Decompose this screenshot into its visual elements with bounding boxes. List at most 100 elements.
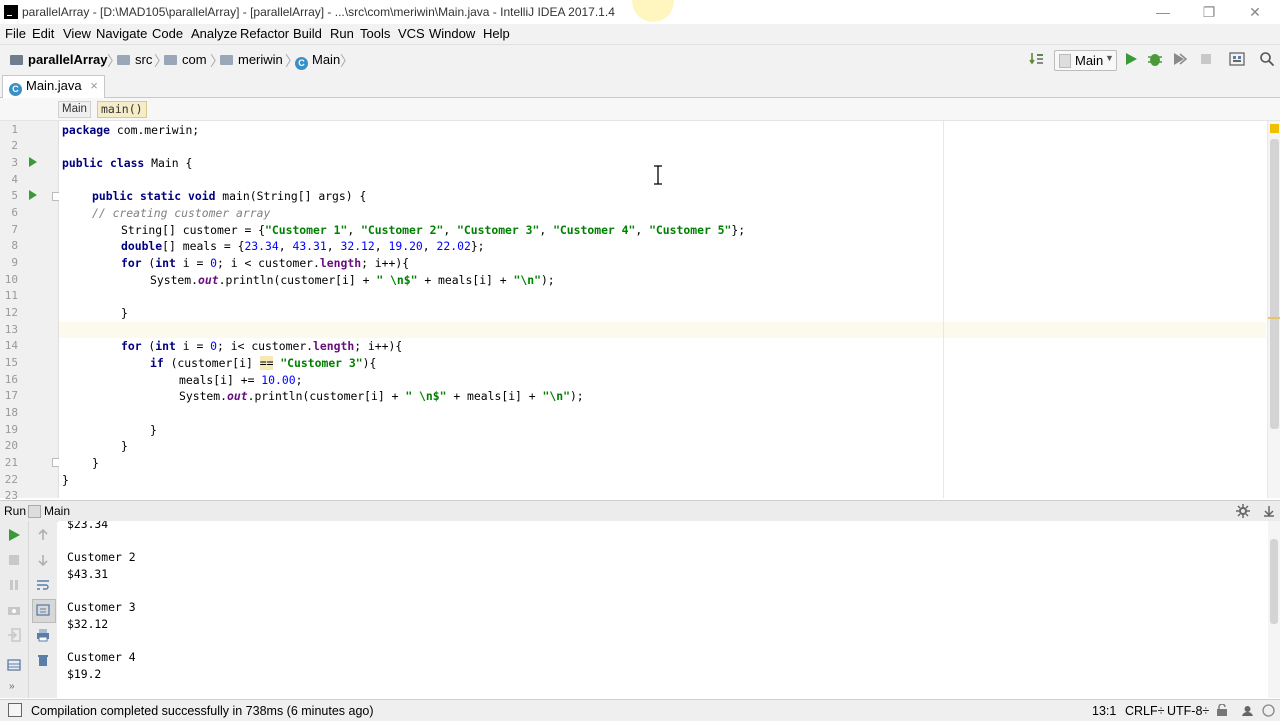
run-configuration-select[interactable]: Main ▼ — [1054, 50, 1117, 71]
code-line-8: double[] meals = {23.34, 43.31, 32.12, 1… — [121, 239, 485, 253]
breadcrumb-main[interactable]: C Main — [295, 52, 340, 70]
run-config-tab[interactable]: Main — [44, 504, 70, 518]
camera-icon[interactable] — [7, 603, 21, 617]
file-encoding[interactable]: UTF-8÷ — [1167, 704, 1209, 718]
menu-bar: File Edit View Navigate Code Analyze Ref… — [0, 24, 1280, 44]
more-chevron-icon[interactable]: » — [9, 681, 15, 692]
soft-wrap-icon[interactable] — [36, 578, 50, 592]
editor-scrollbar[interactable] — [1267, 121, 1280, 498]
console-scroll-thumb[interactable] — [1270, 539, 1278, 624]
caret-line-highlight — [59, 322, 1266, 338]
run-main-gutter-icon[interactable] — [28, 190, 38, 200]
hide-panel-icon[interactable] — [1262, 504, 1276, 518]
breadcrumb-src[interactable]: src — [117, 52, 152, 67]
code-line-5: public static void main(String[] args) { — [92, 189, 367, 203]
project-structure-icon[interactable] — [1229, 51, 1245, 67]
inspector-icon[interactable] — [1241, 704, 1254, 717]
title-bar: parallelArray - [D:\MAD105\parallelArray… — [0, 0, 1280, 24]
folder-icon — [220, 55, 233, 65]
class-icon: C — [295, 57, 308, 70]
code-line-17: System.out.println(customer[i] + " \n$" … — [179, 389, 584, 403]
line-number: 10 — [4, 273, 18, 286]
scroll-to-end-toggle[interactable] — [32, 599, 56, 623]
layout-icon[interactable] — [7, 658, 21, 672]
line-number: 12 — [4, 306, 18, 319]
menu-view[interactable]: View — [63, 26, 91, 41]
menu-help[interactable]: Help — [483, 26, 510, 41]
line-number: 6 — [11, 206, 18, 219]
menu-code[interactable]: Code — [152, 26, 183, 41]
breadcrumb-com-label: com — [182, 52, 207, 67]
menu-navigate[interactable]: Navigate — [96, 26, 147, 41]
warning-marker-icon[interactable] — [1270, 124, 1279, 133]
tab-main-java[interactable]: C Main.java × — [2, 75, 105, 98]
line-number: 3 — [11, 156, 18, 169]
breadcrumb-com[interactable]: com — [164, 52, 207, 67]
breadcrumb-main-label: Main — [312, 52, 341, 67]
close-window-button[interactable]: ✕ — [1232, 2, 1278, 22]
build-arrows-icon[interactable] — [1029, 51, 1045, 67]
caret-position[interactable]: 13:1 — [1092, 704, 1116, 718]
menu-build[interactable]: Build — [293, 26, 322, 41]
line-number: 9 — [11, 256, 18, 269]
breadcrumb-src-label: src — [135, 52, 153, 67]
console-line: Customer 2 — [67, 550, 136, 564]
minimize-button[interactable]: — — [1140, 2, 1186, 22]
arrow-down-icon[interactable] — [36, 553, 50, 567]
stop-icon[interactable] — [1198, 51, 1214, 67]
code-line-1: package com.meriwin; — [62, 123, 200, 137]
run-panel-header: Run Main — [0, 500, 1280, 522]
print-icon[interactable] — [36, 628, 50, 642]
status-message: Compilation completed successfully in 73… — [31, 704, 374, 718]
console-output[interactable]: $23.34 Customer 2 $43.31 Customer 3 $32.… — [58, 521, 1268, 698]
console-scrollbar[interactable] — [1268, 521, 1280, 698]
restore-button[interactable]: ❐ — [1186, 2, 1232, 22]
menu-window[interactable]: Window — [429, 26, 475, 41]
menu-edit[interactable]: Edit — [32, 26, 54, 41]
menu-file[interactable]: File — [5, 26, 26, 41]
navigation-bar: parallelArray 〉 src 〉 com 〉 meriwin 〉 CM… — [0, 44, 1280, 76]
line-number: 21 — [4, 456, 18, 469]
stop-icon[interactable] — [7, 553, 21, 567]
pause-icon[interactable] — [7, 578, 21, 592]
breadcrumb-meriwin[interactable]: meriwin — [220, 52, 283, 67]
breadcrumb-project[interactable]: parallelArray — [10, 52, 108, 67]
line-number: 19 — [4, 423, 18, 436]
debug-icon[interactable] — [1147, 51, 1163, 67]
menu-analyze[interactable]: Analyze — [191, 26, 237, 41]
rerun-icon[interactable] — [7, 528, 21, 542]
menu-run[interactable]: Run — [330, 26, 354, 41]
arrow-up-icon[interactable] — [36, 528, 50, 542]
menu-tools[interactable]: Tools — [360, 26, 390, 41]
trash-icon[interactable] — [36, 653, 50, 667]
search-icon[interactable] — [1259, 51, 1275, 67]
lock-icon[interactable] — [1216, 704, 1228, 717]
event-log-icon[interactable] — [1262, 704, 1275, 717]
project-folder-icon — [10, 55, 23, 65]
code-line-9: for (int i = 0; i < customer.length; i++… — [121, 256, 410, 270]
editor-gutter: 1 2 3 4 5 6 7 8 9 10 11 12 13 14 15 16 1… — [0, 121, 60, 502]
menu-vcs[interactable]: VCS — [398, 26, 425, 41]
line-number: 2 — [11, 139, 18, 152]
run-icon[interactable] — [1123, 51, 1139, 67]
close-tab-icon[interactable]: × — [90, 78, 98, 93]
run-with-coverage-icon[interactable] — [1172, 51, 1188, 67]
scroll-thumb[interactable] — [1270, 139, 1279, 429]
exit-icon[interactable] — [7, 628, 21, 642]
tool-windows-icon[interactable] — [8, 703, 22, 717]
code-line-15: if (customer[i] == "Customer 3"){ — [150, 356, 377, 370]
menu-refactor[interactable]: Refactor — [240, 26, 289, 41]
code-line-16: meals[i] += 10.00; — [179, 373, 303, 387]
scroll-to-end-icon — [36, 604, 50, 616]
breadcrumb-method[interactable]: main() — [97, 101, 147, 118]
tab-label: Main.java — [26, 78, 82, 93]
code-line-3: public class Main { — [62, 156, 193, 170]
console-line: $23.34 — [67, 521, 109, 531]
line-separator[interactable]: CRLF÷ — [1125, 704, 1165, 718]
run-class-gutter-icon[interactable] — [28, 157, 38, 167]
line-number: 7 — [11, 223, 18, 236]
code-editor[interactable]: package com.meriwin; public class Main {… — [59, 121, 1266, 498]
gear-icon[interactable] — [1236, 504, 1250, 518]
breadcrumb-class[interactable]: Main — [58, 101, 91, 118]
cursor-highlight — [632, 0, 674, 22]
